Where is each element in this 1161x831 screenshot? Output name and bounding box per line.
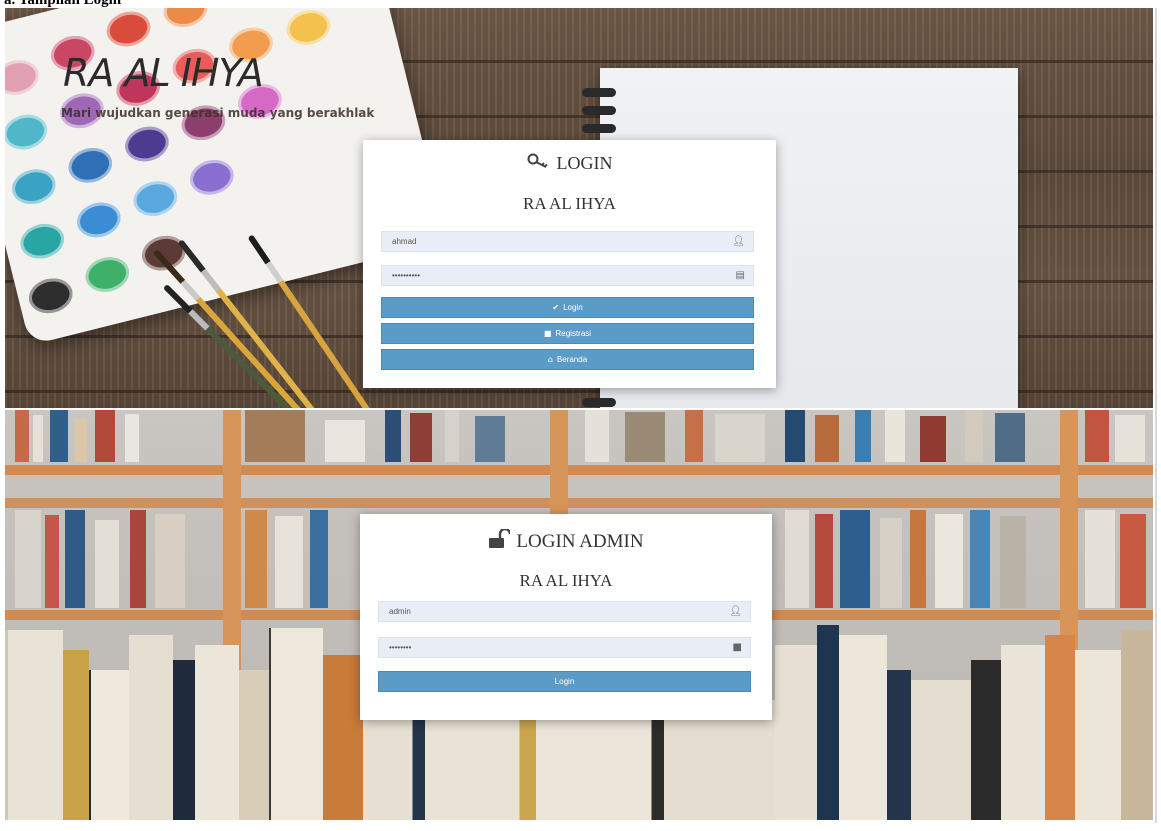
register-button-label: Registrasi: [555, 329, 592, 338]
admin-login-title-text: LOGIN ADMIN: [516, 531, 644, 552]
lock-icon: ■: [732, 642, 742, 653]
admin-login-button[interactable]: Login: [378, 671, 751, 692]
site-tagline: Mari wujudkan generasi muda yang berakhl…: [61, 106, 375, 120]
password-input[interactable]: [392, 271, 692, 280]
admin-username-field: 👤︎: [378, 601, 751, 622]
username-field: 👤︎: [381, 231, 754, 252]
username-input[interactable]: [392, 237, 692, 246]
home-button-label: Beranda: [556, 355, 588, 364]
user-login-screenshot: RA AL IHYA Mari wujudkan generasi muda y…: [5, 8, 1153, 408]
key-icon: [527, 153, 551, 174]
id-card-icon: ▤: [735, 270, 745, 281]
login-button-label: Login: [563, 303, 583, 312]
admin-login-card: LOGIN ADMIN RA AL IHYA 👤︎ ■ Login: [360, 514, 772, 720]
home-button[interactable]: ⌂ Beranda: [381, 349, 754, 370]
user-icon: 👤︎: [732, 236, 745, 247]
user-login-title-text: LOGIN: [556, 153, 613, 173]
lock-icon: ■: [543, 329, 552, 338]
user-login-subtitle: RA AL IHYA: [523, 194, 616, 213]
password-field: ▤: [381, 265, 754, 286]
admin-login-subtitle: RA AL IHYA: [519, 571, 613, 590]
admin-login-button-label: Login: [554, 677, 575, 686]
admin-username-input[interactable]: [389, 607, 689, 616]
user-icon: 👤︎: [729, 606, 742, 617]
register-button[interactable]: ■ Registrasi: [381, 323, 754, 344]
admin-password-input[interactable]: [389, 643, 689, 652]
admin-login-title: LOGIN ADMIN: [360, 527, 772, 555]
site-brand: RA AL IHYA: [63, 51, 264, 95]
login-button[interactable]: ✔ Login: [381, 297, 754, 318]
page-scrollbar[interactable]: [1155, 8, 1157, 823]
checkmark-icon: ✔: [552, 303, 560, 312]
admin-login-screenshot: LOGIN ADMIN RA AL IHYA 👤︎ ■ Login: [5, 410, 1153, 820]
unlock-icon: [488, 527, 512, 555]
user-login-card: LOGIN RA AL IHYA 👤︎ ▤ ✔ Login ■ Registra…: [363, 140, 776, 388]
admin-password-field: ■: [378, 637, 751, 658]
home-icon: ⌂: [547, 355, 553, 364]
user-login-title: LOGIN: [363, 153, 776, 174]
